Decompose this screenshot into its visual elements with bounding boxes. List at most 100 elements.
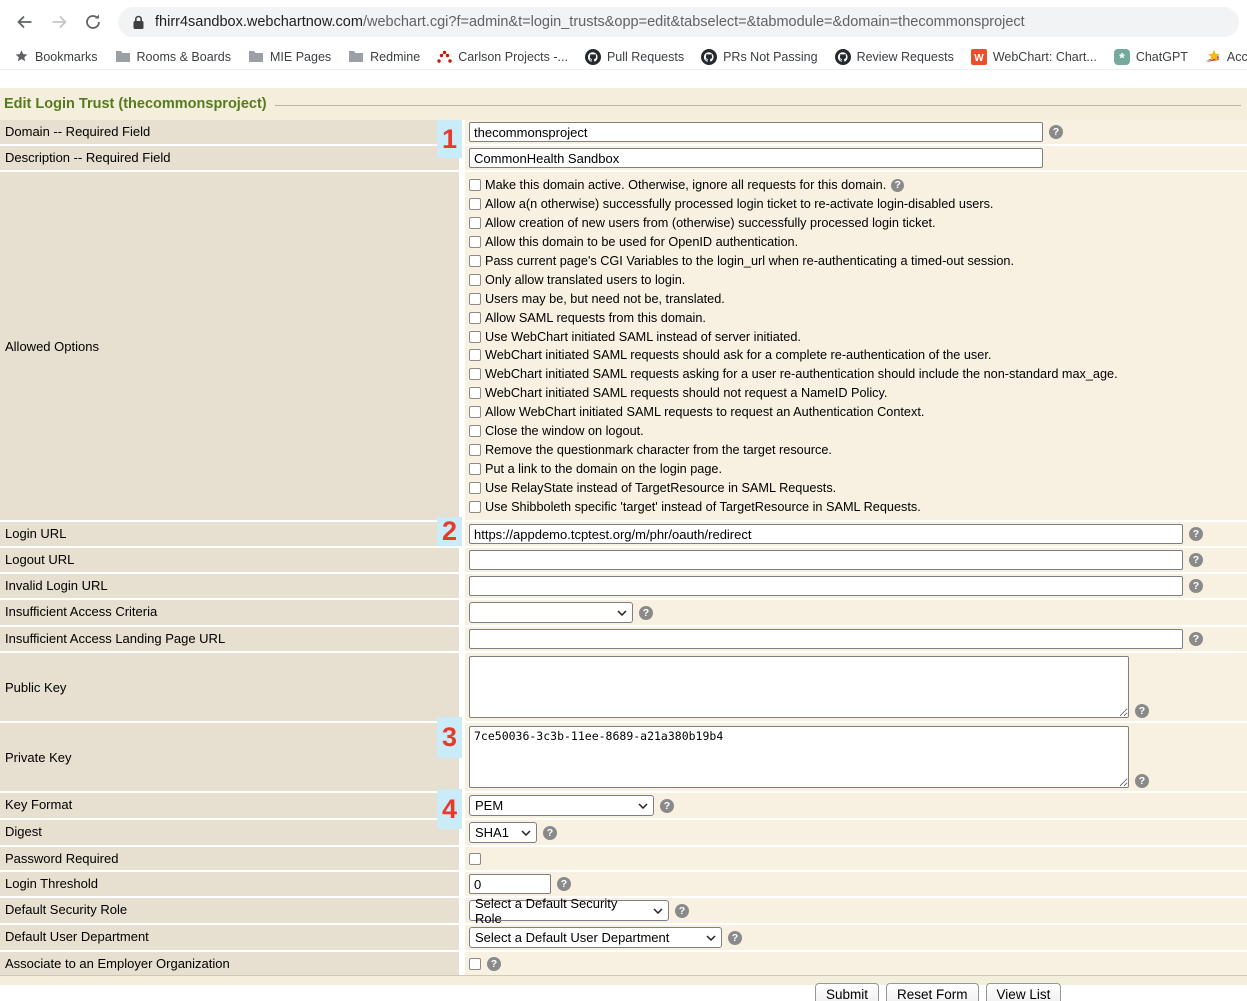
field-row-key-format: Key Format PEM — [0, 793, 1247, 818]
bookmark-mie-pages[interactable]: MIE Pages — [248, 50, 331, 64]
checkbox[interactable] — [469, 274, 481, 286]
form-actions: Submit Reset Form View List — [0, 983, 1247, 1001]
default-security-role-select[interactable]: Select a Default Security Role — [469, 900, 669, 921]
bookmark-label: Bookmarks — [35, 50, 98, 64]
help-icon[interactable] — [543, 826, 557, 840]
option-label: WebChart initiated SAML requests should … — [485, 386, 887, 400]
forward-button[interactable] — [42, 5, 76, 39]
view-list-button[interactable]: View List — [986, 983, 1062, 1001]
invalid-login-url-input[interactable] — [469, 576, 1183, 596]
field-row-default-security-role: Default Security Role Select a Default S… — [0, 898, 1247, 923]
checkbox[interactable] — [469, 236, 481, 248]
option-item: Allow creation of new users from (otherw… — [469, 214, 1118, 233]
help-icon[interactable] — [1189, 579, 1203, 593]
bookmark-webchart[interactable]: W WebChart: Chart... — [971, 49, 1097, 65]
option-item: Allow this domain to be used for OpenID … — [469, 233, 1118, 252]
reload-icon — [83, 12, 103, 32]
github-icon — [835, 49, 851, 65]
checkbox[interactable] — [469, 387, 481, 399]
submit-button[interactable]: Submit — [815, 983, 879, 1001]
help-icon[interactable] — [1049, 125, 1063, 139]
help-icon[interactable] — [728, 931, 742, 945]
checkbox[interactable] — [469, 198, 481, 210]
login-threshold-input[interactable] — [469, 874, 551, 894]
reset-form-button[interactable]: Reset Form — [886, 983, 979, 1001]
help-icon[interactable] — [1189, 632, 1203, 646]
checkbox[interactable] — [469, 331, 481, 343]
checkbox[interactable] — [469, 217, 481, 229]
checkbox[interactable] — [469, 293, 481, 305]
checkbox[interactable] — [469, 349, 481, 361]
select-value: Select a Default Security Role — [475, 896, 647, 926]
option-label: Allow this domain to be used for OpenID … — [485, 235, 798, 249]
option-label: Allow WebChart initiated SAML requests t… — [485, 405, 924, 419]
checkbox[interactable] — [469, 425, 481, 437]
help-icon[interactable] — [1135, 774, 1149, 788]
help-icon[interactable] — [675, 904, 689, 918]
employer-org-checkbox[interactable] — [469, 958, 481, 970]
field-row-logout-url: Logout URL — [0, 548, 1247, 572]
url-text: fhirr4sandbox.webchartnow.com/webchart.c… — [155, 14, 1025, 30]
help-icon[interactable] — [1189, 527, 1203, 541]
back-button[interactable] — [8, 5, 42, 39]
logout-url-input[interactable] — [469, 550, 1183, 570]
key-format-select[interactable]: PEM — [469, 795, 654, 816]
help-icon[interactable] — [639, 606, 653, 620]
annotation-marker-2: 2 — [437, 517, 462, 546]
checkbox[interactable] — [469, 368, 481, 380]
insufficient-access-landing-input[interactable] — [469, 629, 1183, 649]
field-label: Insufficient Access Criteria — [0, 600, 459, 625]
chevron-down-icon — [638, 803, 648, 809]
field-label: Default User Department — [0, 925, 459, 950]
allowed-options-list: Make this domain active. Otherwise, igno… — [469, 174, 1118, 518]
bookmark-pull-requests[interactable]: Pull Requests — [585, 49, 684, 65]
private-key-textarea[interactable]: 7ce50036-3c3b-11ee-8689-a21a380b19b4 — [469, 726, 1129, 788]
bookmark-redmine[interactable]: Redmine — [348, 50, 420, 64]
checkbox[interactable] — [469, 312, 481, 324]
insufficient-access-criteria-select[interactable] — [469, 602, 633, 623]
checkbox[interactable] — [469, 444, 481, 456]
public-key-textarea[interactable] — [469, 656, 1129, 718]
checkbox[interactable] — [469, 501, 481, 513]
bookmark-carlson-projects[interactable]: Carlson Projects -... — [437, 50, 568, 64]
bookmark-rooms-boards[interactable]: Rooms & Boards — [115, 50, 231, 64]
checkbox[interactable] — [469, 463, 481, 475]
bookmarks-bar: Bookmarks Rooms & Boards MIE Pages Redmi… — [0, 44, 1247, 70]
field-label: Login URL — [0, 522, 459, 546]
help-icon[interactable] — [891, 179, 904, 192]
digest-select[interactable]: SHA1 — [469, 822, 537, 843]
help-icon[interactable] — [660, 799, 674, 813]
field-row-default-user-department: Default User Department Select a Default… — [0, 925, 1247, 950]
bookmark-label: ChatGPT — [1136, 50, 1188, 64]
option-label: Make this domain active. Otherwise, igno… — [485, 178, 886, 192]
page-content: Edit Login Trust (thecommonsproject) Dom… — [0, 70, 1247, 985]
checkbox[interactable] — [469, 406, 481, 418]
checkbox[interactable] — [469, 179, 481, 191]
bookmark-prs-not-passing[interactable]: PRs Not Passing — [701, 49, 817, 65]
bookmark-bookmarks[interactable]: Bookmarks — [14, 49, 98, 64]
help-icon[interactable] — [557, 877, 571, 891]
login-url-input[interactable] — [469, 524, 1183, 544]
url-domain: fhirr4sandbox.webchartnow.com — [155, 14, 363, 30]
default-user-department-select[interactable]: Select a Default User Department — [469, 927, 722, 948]
reload-button[interactable] — [76, 5, 110, 39]
help-icon[interactable] — [1189, 553, 1203, 567]
password-required-checkbox[interactable] — [469, 853, 481, 865]
domain-input[interactable] — [469, 122, 1043, 142]
address-bar[interactable]: fhirr4sandbox.webchartnow.com/webchart.c… — [118, 7, 1239, 37]
field-label: Description -- Required Field — [0, 146, 459, 170]
checkbox[interactable] — [469, 255, 481, 267]
description-input[interactable] — [469, 148, 1043, 168]
bookmark-acc[interactable]: Acc — [1205, 49, 1247, 65]
bookmark-chatgpt[interactable]: * ChatGPT — [1114, 49, 1188, 65]
field-row-invalid-login-url: Invalid Login URL — [0, 574, 1247, 598]
option-label: Put a link to the domain on the login pa… — [485, 462, 722, 476]
help-icon[interactable] — [487, 957, 501, 971]
option-item: Make this domain active. Otherwise, igno… — [469, 176, 1118, 195]
bookmark-review-requests[interactable]: Review Requests — [835, 49, 954, 65]
lock-icon — [132, 15, 145, 30]
option-label: Use WebChart initiated SAML instead of s… — [485, 330, 801, 344]
field-row-digest: Digest SHA1 — [0, 820, 1247, 845]
help-icon[interactable] — [1135, 704, 1149, 718]
checkbox[interactable] — [469, 482, 481, 494]
